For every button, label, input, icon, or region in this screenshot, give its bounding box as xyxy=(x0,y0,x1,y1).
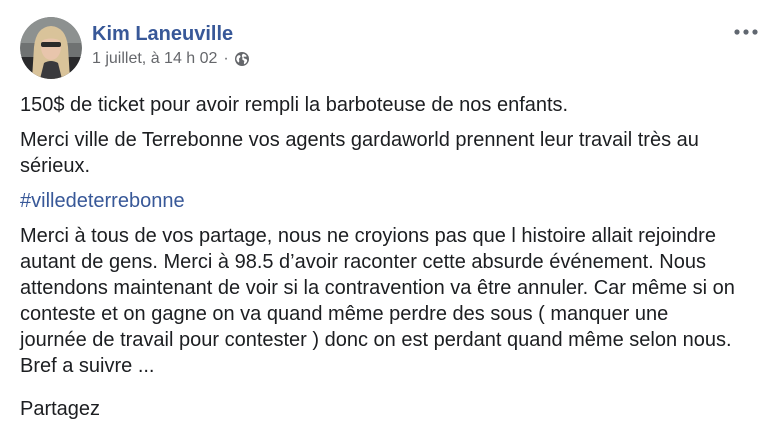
author-name[interactable]: Kim Laneuville xyxy=(92,21,250,47)
more-options-button[interactable] xyxy=(732,22,760,42)
more-options-icon xyxy=(734,29,758,35)
post-paragraph: Merci ville de Terrebonne vos agents gar… xyxy=(20,129,699,177)
post-timestamp[interactable]: 1 juillet, à 14 h 02 xyxy=(92,48,217,70)
post-body: 150$ de ticket pour avoir rempli la barb… xyxy=(20,92,740,431)
hashtag-link[interactable]: #villedeterrebonne xyxy=(20,190,185,212)
globe-icon[interactable] xyxy=(234,51,250,67)
post-paragraph: 150$ de ticket pour avoir rempli la barb… xyxy=(20,94,569,116)
meta-separator: · xyxy=(223,50,229,67)
post-paragraph: Partagez xyxy=(20,398,101,420)
facebook-post: Kim Laneuville 1 juillet, à 14 h 02 · 15… xyxy=(0,0,772,448)
avatar[interactable] xyxy=(20,17,82,79)
post-header: Kim Laneuville 1 juillet, à 14 h 02 · xyxy=(20,17,250,81)
post-subline: 1 juillet, à 14 h 02 · xyxy=(92,48,250,70)
post-paragraph: Merci à tous de vos partage, nous ne cro… xyxy=(20,225,735,377)
post-meta: Kim Laneuville 1 juillet, à 14 h 02 · xyxy=(92,17,250,70)
